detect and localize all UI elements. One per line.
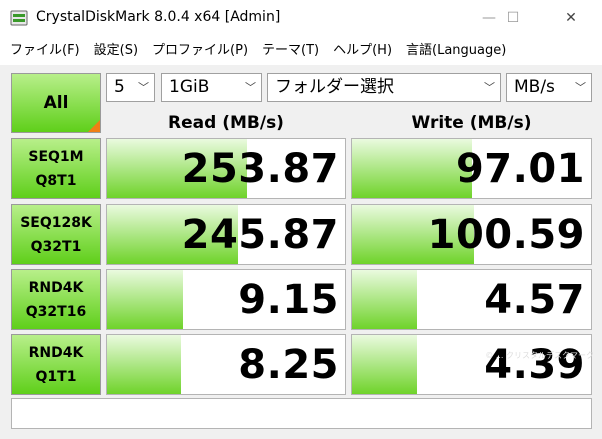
test-count-select[interactable]: 5 ﹀: [106, 73, 155, 102]
read-value: 253.87: [181, 145, 339, 192]
test-params: Q32T16: [25, 303, 87, 320]
chevron-down-icon: ﹀: [138, 81, 149, 94]
write-value: 97.01: [455, 145, 585, 192]
write-value: 4.57: [484, 276, 585, 323]
test-size-value: 1GiB: [169, 77, 210, 97]
read-progress-bar: [107, 270, 184, 329]
all-button[interactable]: All: [11, 73, 101, 133]
all-button-label: All: [43, 93, 69, 113]
drive-select[interactable]: フォルダー選択 ﹀: [267, 73, 501, 102]
test-params: Q1T1: [35, 368, 77, 385]
unit-select[interactable]: MB/s ﹀: [506, 73, 592, 102]
comment-field[interactable]: [11, 398, 592, 429]
test-params: Q32T1: [30, 238, 82, 255]
test-name: RND4K: [28, 279, 84, 296]
menu-settings[interactable]: 設定(S): [87, 40, 145, 62]
test-name: SEQ128K: [20, 214, 92, 231]
write-result-cell: 97.01: [351, 138, 592, 199]
test-count-value: 5: [114, 77, 125, 97]
menu-profile[interactable]: プロファイル(P): [145, 40, 255, 62]
read-value: 8.25: [238, 341, 339, 388]
write-progress-bar: [352, 139, 472, 198]
chevron-down-icon: ﹀: [484, 81, 495, 94]
main-panel: All 5 ﹀ 1GiB ﹀ フォルダー選択 ﹀ MB/s ﹀ Read (MB…: [0, 65, 602, 439]
crystaldiskmark-icon: [10, 10, 28, 26]
write-result-cell: 100.59: [351, 204, 592, 265]
write-header: Write (MB/s): [411, 113, 532, 133]
title-bar: CrystalDiskMark 8.0.4 x64 [Admin] — ☐ ✕: [0, 0, 602, 36]
test-button-rnd4k-q1t1[interactable]: RND4K Q1T1: [11, 334, 101, 395]
test-params: Q8T1: [35, 172, 77, 189]
test-name: RND4K: [28, 344, 84, 361]
drive-select-value: フォルダー選択: [275, 77, 394, 97]
chevron-down-icon: ﹀: [245, 81, 256, 94]
watermark-text: © ... クリスタルデスクマーク: [485, 351, 594, 360]
corner-marker: [88, 120, 100, 132]
test-button-seq1m-q8t1[interactable]: SEQ1M Q8T1: [11, 138, 101, 199]
write-progress-bar: [352, 335, 417, 394]
write-value: 4.39: [484, 341, 585, 388]
write-result-cell: 4.39: [351, 334, 592, 395]
chevron-down-icon: ﹀: [575, 81, 586, 94]
read-result-cell: 8.25: [106, 334, 346, 395]
window-title: CrystalDiskMark 8.0.4 x64 [Admin]: [36, 9, 281, 25]
read-result-cell: 253.87: [106, 138, 346, 199]
write-value: 100.59: [427, 211, 585, 258]
read-progress-bar: [107, 335, 181, 394]
read-header: Read (MB/s): [168, 113, 284, 133]
read-result-cell: 9.15: [106, 269, 346, 330]
test-button-rnd4k-q32t16[interactable]: RND4K Q32T16: [11, 269, 101, 330]
read-value: 9.15: [238, 276, 339, 323]
menu-language[interactable]: 言語(Language): [399, 40, 513, 62]
maximize-button[interactable]: ☐: [490, 0, 536, 36]
close-button[interactable]: ✕: [548, 0, 594, 36]
test-size-select[interactable]: 1GiB ﹀: [161, 73, 262, 102]
menu-help[interactable]: ヘルプ(H): [326, 40, 399, 62]
test-button-seq128k-q32t1[interactable]: SEQ128K Q32T1: [11, 204, 101, 265]
read-result-cell: 245.87: [106, 204, 346, 265]
write-result-cell: 4.57: [351, 269, 592, 330]
unit-value: MB/s: [514, 77, 555, 97]
menu-theme[interactable]: テーマ(T): [255, 40, 326, 62]
write-progress-bar: [352, 270, 417, 329]
read-value: 245.87: [181, 211, 339, 258]
test-name: SEQ1M: [28, 148, 84, 165]
menu-file[interactable]: ファイル(F): [3, 40, 87, 62]
menu-bar: ファイル(F) 設定(S) プロファイル(P) テーマ(T) ヘルプ(H) 言語…: [0, 37, 602, 65]
